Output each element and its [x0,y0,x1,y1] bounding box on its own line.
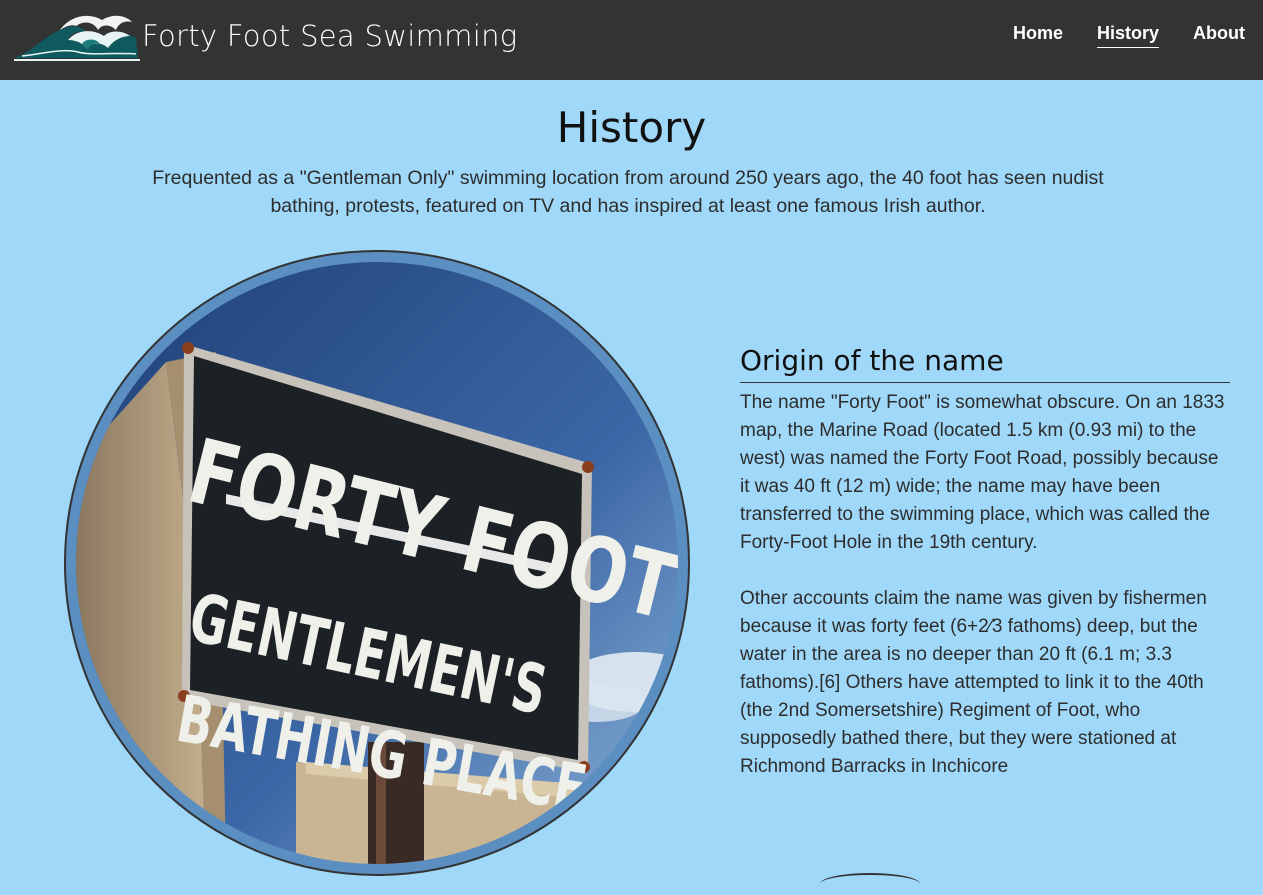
nav-link-history[interactable]: History [1097,23,1160,48]
nav-links: Home History About [1013,23,1245,48]
nav-link-about[interactable]: About [1193,23,1245,48]
brand-link[interactable]: Forty Foot Sea Swimming [12,8,517,64]
navbar: Forty Foot Sea Swimming Home History Abo… [0,0,1263,80]
origin-paragraph-2: Other accounts claim the name was given … [740,588,1207,777]
intro-paragraph: Frequented as a "Gentleman Only" swimmin… [152,167,1104,217]
forty-foot-sign-illustration: FORTY FOOT GENTLEMEN'S BATHING PLACE [76,262,678,864]
wave-logo-icon [14,15,140,61]
history-image: FORTY FOOT GENTLEMEN'S BATHING PLACE [76,262,678,864]
page-title: History [556,103,707,152]
origin-section: Origin of the name The name "Forty Foot"… [740,340,1230,781]
next-image-frame-edge [820,873,920,895]
origin-paragraph-1: The name "Forty Foot" is somewhat obscur… [740,392,1225,553]
origin-heading: Origin of the name [740,340,1230,383]
nav-link-home[interactable]: Home [1013,23,1063,48]
brand-name[interactable]: Forty Foot Sea Swimming [142,19,517,53]
history-image-frame: FORTY FOOT GENTLEMEN'S BATHING PLACE [64,250,690,876]
